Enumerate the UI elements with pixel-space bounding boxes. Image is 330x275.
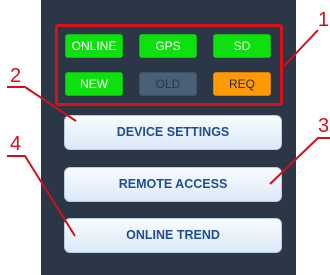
callout-3-label: 3 xyxy=(318,115,330,137)
online-trend-button[interactable]: ONLINE TREND xyxy=(64,218,282,253)
gps-indicator: GPS xyxy=(139,34,197,58)
callout-1-label: 1 xyxy=(318,9,330,31)
old-indicator: OLD xyxy=(139,72,197,96)
req-indicator: REQ xyxy=(213,72,271,96)
remote-access-button[interactable]: REMOTE ACCESS xyxy=(64,167,282,202)
callout-4-label: 4 xyxy=(10,133,22,155)
new-indicator: NEW xyxy=(65,72,123,96)
online-indicator: ONLINE xyxy=(65,34,123,58)
sd-indicator: SD xyxy=(213,34,271,58)
callout-2-label: 2 xyxy=(10,65,22,87)
device-settings-button[interactable]: DEVICE SETTINGS xyxy=(64,115,282,150)
